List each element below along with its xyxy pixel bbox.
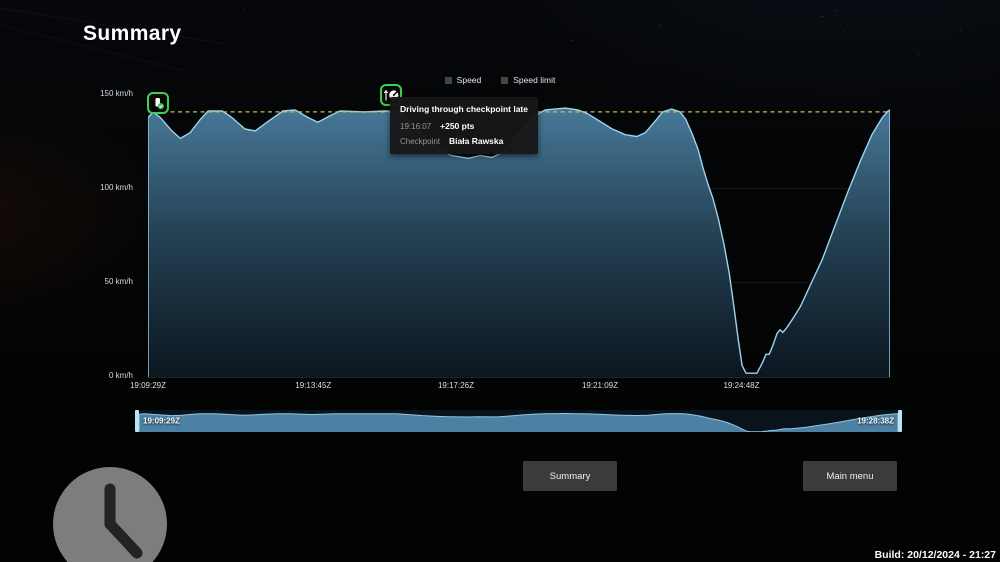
y-axis-tick-label: 50 km/h bbox=[104, 277, 133, 286]
y-axis-tick-label: 100 km/h bbox=[100, 183, 133, 192]
summary-screen: { "header": { "title": "Summary" }, "leg… bbox=[0, 0, 1000, 562]
tooltip-points: +250 pts bbox=[440, 121, 475, 131]
legend-item-speed-limit[interactable]: Speed limit bbox=[501, 75, 555, 85]
scrubber-handle-right[interactable] bbox=[898, 410, 902, 432]
legend-item-speed[interactable]: Speed bbox=[444, 75, 482, 85]
x-axis-tick-label: 19:24:48Z bbox=[723, 381, 760, 390]
tooltip-time: 19:16:07 bbox=[400, 122, 432, 131]
summary-button[interactable]: Summary bbox=[523, 461, 617, 491]
chart-legend: Speed Speed limit bbox=[395, 75, 605, 85]
page-title: Summary bbox=[83, 22, 182, 45]
scrubber-start-time: 19:09:29Z bbox=[143, 416, 180, 426]
tooltip-title: Driving through checkpoint late bbox=[400, 104, 528, 114]
timeline-minimap bbox=[139, 412, 898, 432]
checkpoint-passed-marker[interactable] bbox=[147, 92, 169, 114]
checkpoint-tooltip: Driving through checkpoint late 19:16:07… bbox=[390, 97, 538, 154]
y-axis-tick-label: 150 km/h bbox=[100, 89, 133, 98]
timeline-scrubber[interactable]: 19:09:29Z 19:28:38Z bbox=[135, 410, 902, 432]
legend-label: Speed bbox=[456, 75, 482, 85]
legend-marker bbox=[501, 76, 509, 84]
x-axis-tick-label: 19:21:09Z bbox=[581, 381, 619, 390]
checkpoint-check-icon bbox=[155, 98, 164, 110]
build-version-label: Build: 20/12/2024 - 21:27 bbox=[874, 549, 996, 561]
background-stars bbox=[0, 0, 1, 1]
tooltip-checkpoint-name: Biała Rawska bbox=[449, 136, 504, 146]
legend-label: Speed limit bbox=[513, 75, 556, 85]
scrubber-end-time: 19:28:38Z bbox=[857, 416, 894, 426]
main-menu-button[interactable]: Main menu bbox=[803, 461, 897, 491]
clock-icon bbox=[53, 467, 167, 562]
x-axis-tick-label: 19:13:45Z bbox=[295, 381, 332, 390]
legend-marker bbox=[444, 76, 452, 84]
tooltip-label: Checkpoint bbox=[400, 137, 441, 146]
x-axis-line bbox=[148, 377, 890, 378]
x-axis: 19:09:29Z 19:13:45Z 19:17:26Z 19:21:09Z 19:2… bbox=[130, 381, 890, 393]
x-axis-tick-label: 19:09:29Z bbox=[129, 381, 167, 390]
x-axis-tick-label: 19:17:26Z bbox=[437, 381, 475, 390]
y-axis-tick-label: 0 km/h bbox=[108, 371, 133, 380]
scrubber-handle-left[interactable] bbox=[135, 410, 139, 432]
